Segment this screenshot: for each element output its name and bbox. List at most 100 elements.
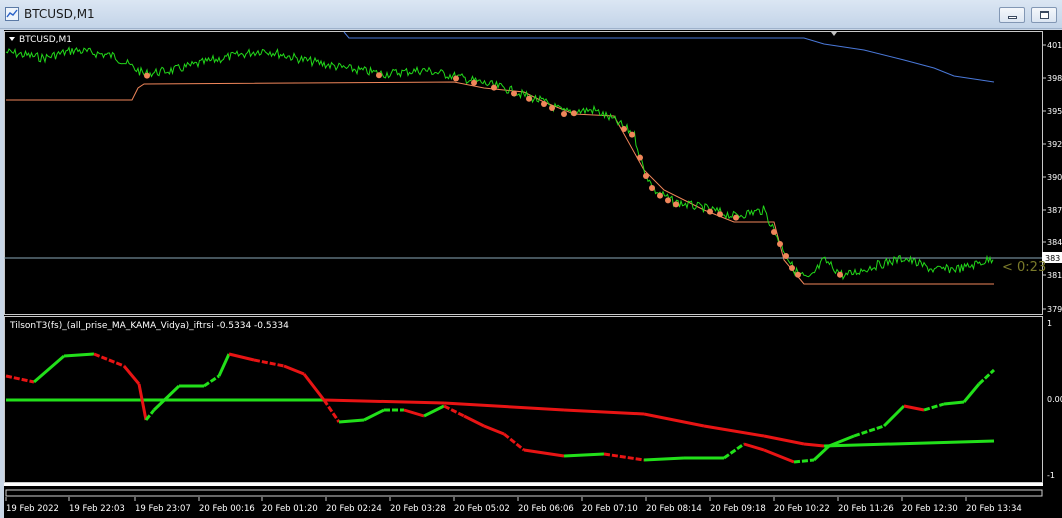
fast-line-segment xyxy=(152,384,181,412)
current-price-tag: 383 xyxy=(1045,254,1060,263)
fast-line-segment xyxy=(882,404,906,428)
fast-line-segment xyxy=(5,374,35,384)
maximize-button[interactable] xyxy=(1031,7,1057,23)
ma-dot xyxy=(783,253,789,259)
price-tick-label: 392 xyxy=(1047,140,1062,149)
maximize-icon xyxy=(1040,11,1049,19)
price-tick-label: 379 xyxy=(1047,305,1062,314)
slow-line-segment xyxy=(563,408,645,416)
ma-dot xyxy=(795,271,801,278)
window-title: BTCUSD,M1 xyxy=(24,7,95,21)
ma-dots-group xyxy=(144,72,843,278)
ma-dot xyxy=(629,131,635,138)
time-tick-label: 20 Feb 11:26 xyxy=(838,504,894,514)
fast-line-segment xyxy=(763,448,795,464)
ma-dot xyxy=(453,75,459,82)
ma-dot xyxy=(541,101,547,107)
main-panel-border xyxy=(4,31,1043,315)
time-tick-label: 19 Feb 2022 xyxy=(6,504,59,514)
panel-separator[interactable] xyxy=(4,483,1043,486)
ma-dot xyxy=(144,72,150,79)
ma-dot xyxy=(471,79,477,86)
fast-line-segment xyxy=(423,404,445,418)
horizontal-scrollbar[interactable] xyxy=(5,489,1043,497)
slow-line-segment xyxy=(823,439,995,448)
chart-canvas[interactable]: BTCUSD,M1 401 398 395 392 390 387 384 381 379 38… xyxy=(4,30,1062,518)
ma-dot xyxy=(643,173,649,179)
time-tick-label: 20 Feb 13:34 xyxy=(966,504,1022,514)
minimize-button[interactable] xyxy=(999,7,1025,23)
time-tick-label: 20 Feb 07:10 xyxy=(582,504,638,514)
ma-dot xyxy=(621,126,627,132)
price-tick-label: 395 xyxy=(1047,107,1062,116)
ma-dot xyxy=(665,197,671,204)
time-tick-label: 20 Feb 09:18 xyxy=(710,504,766,514)
ma-dot xyxy=(717,211,723,218)
fast-line-segment xyxy=(443,404,465,418)
slow-line-segment xyxy=(643,412,705,428)
chart-window-icon xyxy=(5,7,19,21)
fast-line-segment xyxy=(962,383,981,403)
time-tick-label: 20 Feb 03:28 xyxy=(390,504,446,514)
fast-line-segment xyxy=(137,383,148,421)
fast-line-segment xyxy=(338,418,365,424)
chart-area[interactable]: BTCUSD,M1 401 398 395 392 390 387 384 381 379 38… xyxy=(4,30,1062,518)
fast-line-segment xyxy=(743,442,765,452)
countdown-label: < 0:23 xyxy=(1002,260,1046,275)
fast-line-segment xyxy=(403,408,425,418)
fast-line-segment xyxy=(943,400,965,406)
ma-dot xyxy=(771,229,777,235)
ma-dot xyxy=(649,185,655,191)
ma-dot xyxy=(571,110,577,117)
fast-line-segment xyxy=(853,424,885,438)
ma-dot xyxy=(549,105,555,111)
fast-line-segment xyxy=(93,352,125,368)
minimize-icon xyxy=(1008,16,1017,19)
shift-marker-icon[interactable] xyxy=(831,32,837,36)
time-tick-label: 20 Feb 02:24 xyxy=(326,504,382,514)
fast-line-segment xyxy=(643,456,685,462)
fast-line-segment xyxy=(793,458,815,464)
fast-line-segment xyxy=(923,402,945,412)
price-tick-label: 390 xyxy=(1047,173,1062,182)
ma-dot xyxy=(637,154,643,161)
time-tick-label: 20 Feb 08:14 xyxy=(646,504,702,514)
main-panel-label: BTCUSD,M1 xyxy=(19,35,72,45)
price-tick-label: 398 xyxy=(1047,74,1062,83)
fast-line-segment xyxy=(283,364,305,376)
ma-dot xyxy=(526,95,532,102)
fast-line-segment xyxy=(903,404,925,412)
price-tick-label: 381 xyxy=(1047,271,1062,280)
ma-dot xyxy=(837,271,843,278)
fast-line-segment xyxy=(228,352,255,362)
price-tick-label: 401 xyxy=(1047,41,1062,50)
fast-line-segment xyxy=(253,358,285,368)
slow-line-segment xyxy=(803,442,825,448)
indicator-label: TilsonT3(fs)_(all_prise_MA_KAMA_Vidya)_i… xyxy=(9,321,289,331)
price-tick-label: 387 xyxy=(1047,206,1062,215)
time-tick-label: 19 Feb 23:07 xyxy=(135,504,191,514)
time-tick-label: 20 Feb 06:06 xyxy=(518,504,574,514)
fast-line-segment xyxy=(723,442,745,460)
fast-line-segment xyxy=(33,354,65,384)
price-tick-label: 384 xyxy=(1047,238,1062,247)
ma-dot xyxy=(657,192,663,199)
indicator-axis: 1 0.00 -1 xyxy=(1047,319,1062,480)
fast-line-segment xyxy=(483,424,505,436)
fast-line-segment xyxy=(122,365,141,385)
fast-line-segment xyxy=(503,432,525,452)
slow-line-segment xyxy=(703,424,765,438)
fast-line-segment xyxy=(302,373,326,401)
fast-line-segment xyxy=(463,414,485,428)
indicator-tick-label: 1 xyxy=(1047,319,1052,328)
fast-line-segment xyxy=(217,353,231,377)
fast-line-segment xyxy=(63,352,95,358)
fast-line-segment xyxy=(363,408,385,422)
time-axis: 19 Feb 2022 19 Feb 22:03 19 Feb 23:07 20 Fe… xyxy=(5,497,1022,514)
window-titlebar[interactable]: BTCUSD,M1 xyxy=(0,0,1062,29)
panel-menu-triangle-icon[interactable] xyxy=(9,37,15,41)
time-tick-label: 20 Feb 12:30 xyxy=(902,504,958,514)
slow-line-segment xyxy=(443,401,565,412)
ma-dot xyxy=(376,72,382,79)
ma-dot xyxy=(491,84,497,91)
